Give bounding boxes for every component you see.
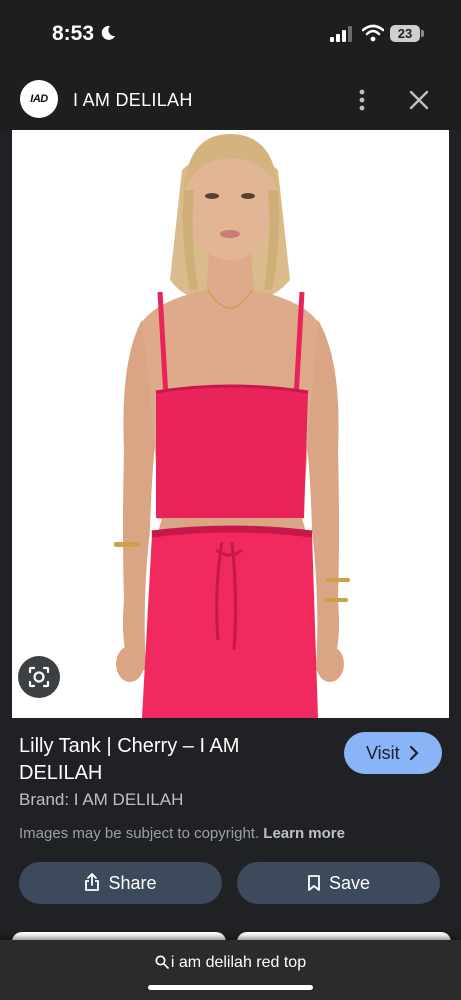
chevron-right-icon [409, 746, 419, 760]
visit-label: Visit [366, 743, 400, 763]
wifi-icon [362, 24, 384, 42]
copyright-text: Images may be subject to copyright. [19, 825, 260, 842]
moon-icon [101, 25, 115, 40]
product-image[interactable] [12, 130, 449, 718]
search-icon [155, 955, 169, 969]
share-button[interactable]: Share [19, 862, 222, 904]
more-vert-icon[interactable] [350, 88, 374, 112]
site-logo[interactable]: IAD [20, 80, 58, 118]
product-title[interactable]: Lilly Tank | Cherry – I AM DELILAH [19, 733, 319, 787]
learn-more-link[interactable]: Learn more [263, 825, 345, 842]
bookmark-icon [308, 875, 320, 891]
battery-indicator: 23 [390, 25, 420, 42]
save-label: Save [328, 873, 371, 893]
status-time: 8:53 [52, 22, 95, 45]
brand-label: Brand: I AM DELILAH [19, 790, 184, 809]
source-header: IAD I AM DELILAH [0, 70, 461, 130]
close-icon[interactable] [408, 89, 430, 111]
home-indicator[interactable] [148, 985, 313, 990]
visit-button[interactable]: Visit [344, 732, 442, 774]
status-bar: 8:53 23 [0, 0, 461, 70]
model-illustration [12, 130, 449, 718]
site-title[interactable]: I AM DELILAH [73, 90, 193, 111]
signal-icon [330, 26, 352, 42]
battery-tip [421, 30, 424, 37]
search-query[interactable]: i am delilah red top [0, 954, 461, 972]
lens-button[interactable] [18, 656, 60, 698]
save-button[interactable]: Save [237, 862, 440, 904]
share-label: Share [108, 873, 157, 893]
search-query-text: i am delilah red top [170, 954, 307, 971]
copyright-notice: Images may be subject to copyright. Lear… [19, 825, 345, 842]
share-icon [85, 872, 100, 891]
lens-icon [28, 666, 50, 688]
